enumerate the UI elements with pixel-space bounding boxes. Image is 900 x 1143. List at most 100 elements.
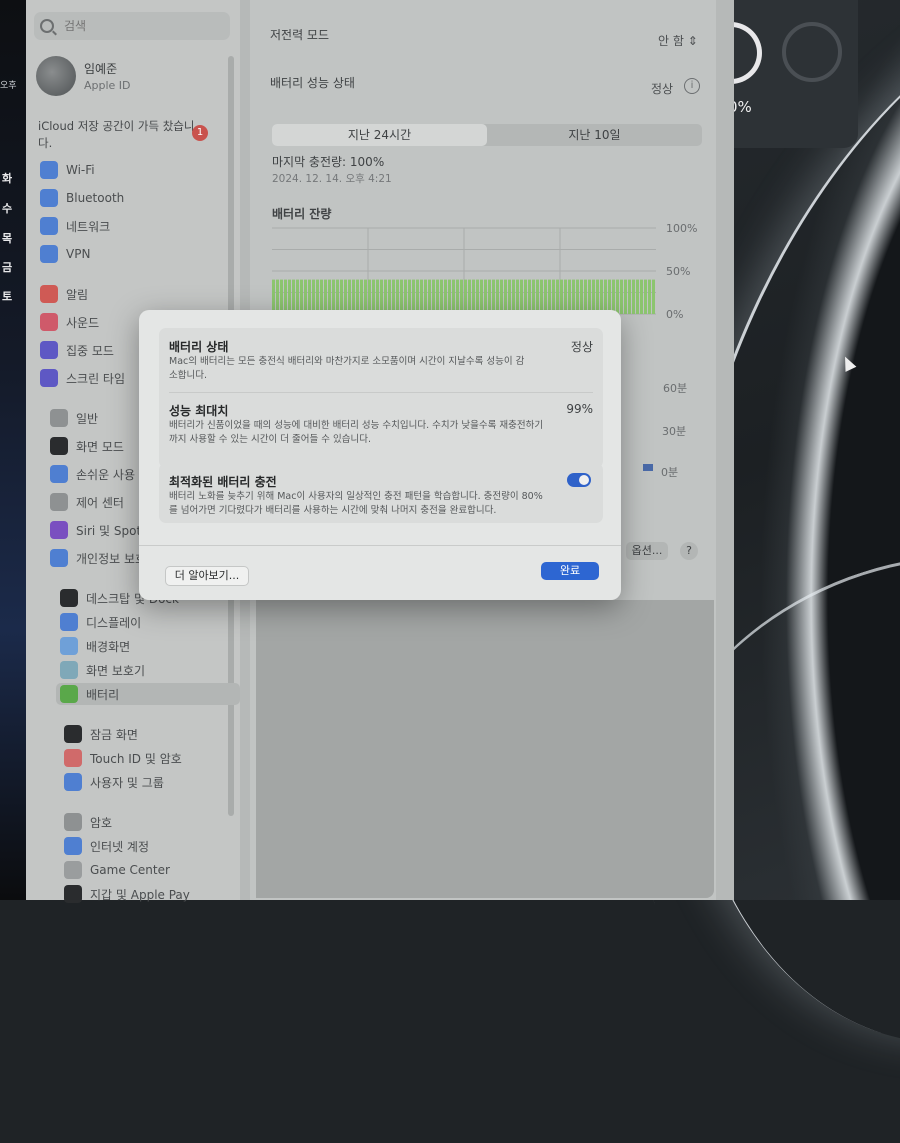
- y-tick-label: 50%: [666, 265, 691, 278]
- sidebar-item-label: VPN: [66, 247, 91, 261]
- tab-last-24h[interactable]: 지난 24시간: [272, 124, 487, 146]
- optimized-charging-toggle[interactable]: [567, 473, 591, 487]
- battery-bar: [344, 279, 347, 314]
- battery-bar: [512, 279, 515, 314]
- sidebar-item-wifi[interactable]: Wi-Fi: [40, 159, 95, 181]
- siri-icon: [50, 521, 68, 539]
- sidebar-item-label: 제어 센터: [76, 495, 124, 510]
- battery-bar: [304, 279, 307, 314]
- options-button[interactable]: 옵션...: [626, 542, 668, 560]
- tab-last-10d[interactable]: 지난 10일: [487, 124, 702, 146]
- battery-bar: [484, 279, 487, 314]
- sidebar-item-at[interactable]: 인터넷 계정: [64, 835, 149, 857]
- battery-bar: [576, 279, 579, 314]
- learn-more-button[interactable]: 더 알아보기...: [165, 566, 249, 586]
- sidebar-item-label: 스크린 타임: [66, 371, 126, 386]
- key-icon: [64, 813, 82, 831]
- battery-bar: [548, 279, 551, 314]
- battery-bar: [440, 279, 443, 314]
- control-center-icon: [50, 493, 68, 511]
- y-tick-label: 100%: [666, 222, 698, 235]
- sidebar-item-control-center[interactable]: 제어 센터: [50, 491, 124, 513]
- game-center-icon: [64, 861, 82, 879]
- battery-bar: [632, 279, 635, 314]
- sidebar-item-hourglass[interactable]: 스크린 타임: [40, 367, 125, 389]
- battery-bar: [276, 279, 279, 314]
- calendar-day: 화: [2, 172, 13, 185]
- battery-bar: [320, 279, 323, 314]
- display-icon: [60, 613, 78, 631]
- sidebar-item-battery[interactable]: 배터리: [56, 683, 240, 705]
- sidebar-item-bluetooth[interactable]: Bluetooth: [40, 187, 124, 209]
- sidebar-item-label: 알림: [66, 287, 89, 302]
- search-input[interactable]: [62, 18, 216, 34]
- sidebar-item-screensaver[interactable]: 화면 보호기: [60, 659, 145, 681]
- sidebar-item-wallet[interactable]: 지갑 및 Apple Pay: [64, 883, 190, 905]
- battery-bar: [424, 279, 427, 314]
- sidebar-item-vpn[interactable]: VPN: [40, 243, 90, 265]
- sidebar-item-game-center[interactable]: Game Center: [64, 859, 170, 881]
- battery-bar: [640, 279, 643, 314]
- search-field[interactable]: [34, 12, 230, 40]
- sidebar-item-users[interactable]: 사용자 및 그룹: [64, 771, 164, 793]
- battery-bar: [560, 279, 563, 314]
- section-title: 최적화된 배터리 충전: [169, 475, 277, 489]
- low-power-select[interactable]: 안 함 ⇕: [658, 32, 698, 49]
- sidebar-item-display[interactable]: 디스플레이: [60, 611, 141, 633]
- battery-bar: [448, 279, 451, 314]
- battery-bar: [556, 279, 559, 314]
- sidebar-item-wallpaper[interactable]: 배경화면: [60, 635, 130, 657]
- battery-bar: [348, 279, 351, 314]
- calendar-day: 목: [2, 232, 13, 245]
- wifi-icon: [40, 161, 58, 179]
- health-group: 배터리 상태 정상 Mac의 배터리는 모든 충전식 배터리와 마찬가지로 소모…: [159, 328, 603, 468]
- vpn-icon: [40, 245, 58, 263]
- sidebar-item-speaker[interactable]: 사운드: [40, 311, 99, 333]
- sidebar-item-bell[interactable]: 알림: [40, 283, 88, 305]
- battery-icon: [60, 685, 78, 703]
- sidebar-item-gear[interactable]: 일반: [50, 407, 98, 429]
- done-button[interactable]: 완료: [541, 562, 599, 580]
- low-power-label: 저전력 모드: [270, 28, 330, 42]
- sidebar-item-label: 집중 모드: [66, 343, 114, 358]
- battery-bar: [324, 279, 327, 314]
- profile-subtitle: Apple ID: [84, 79, 131, 92]
- battery-bar: [476, 279, 479, 314]
- battery-bar: [464, 279, 467, 314]
- battery-bar: [592, 279, 595, 314]
- battery-bar: [552, 279, 555, 314]
- search-icon: [40, 19, 54, 33]
- sidebar-item-label: Wi-Fi: [66, 163, 95, 177]
- battery-bar: [392, 279, 395, 314]
- info-icon[interactable]: i: [684, 78, 700, 94]
- sidebar-item-key[interactable]: 암호: [64, 811, 112, 833]
- globe-icon: [40, 217, 58, 235]
- battery-bar: [532, 279, 535, 314]
- notification-badge: 1: [192, 125, 208, 141]
- help-button[interactable]: ?: [680, 542, 698, 560]
- sidebar-item-accessibility[interactable]: 손쉬운 사용: [50, 463, 135, 485]
- battery-bar: [352, 279, 355, 314]
- sidebar-item-globe[interactable]: 네트워크: [40, 215, 110, 237]
- battery-bar: [460, 279, 463, 314]
- battery-bar: [436, 279, 439, 314]
- icloud-storage-notice[interactable]: iCloud 저장 공간이 가득 찼습니다.: [38, 118, 198, 152]
- usage-bar: [643, 464, 653, 471]
- wallet-icon: [64, 885, 82, 903]
- sidebar-item-lock[interactable]: 잠금 화면: [64, 723, 138, 745]
- battery-bar: [396, 279, 399, 314]
- bluetooth-icon: [40, 189, 58, 207]
- sidebar-item-fingerprint[interactable]: Touch ID 및 암호: [64, 747, 182, 769]
- battery-bar: [456, 279, 459, 314]
- sidebar-item-appearance[interactable]: 화면 모드: [50, 435, 124, 457]
- sidebar-item-moon[interactable]: 집중 모드: [40, 339, 114, 361]
- battery-bar: [524, 279, 527, 314]
- optimized-charging-group: 최적화된 배터리 충전 배터리 노화를 늦추기 위해 Mac이 사용자의 일상적…: [159, 463, 603, 523]
- battery-bar: [328, 279, 331, 314]
- fingerprint-icon: [64, 749, 82, 767]
- apple-id-profile[interactable]: 임예준 Apple ID: [36, 56, 131, 96]
- battery-bar: [496, 279, 499, 314]
- sidebar-item-label: Bluetooth: [66, 191, 125, 205]
- sidebar-item-label: 잠금 화면: [90, 727, 138, 742]
- section-title: 배터리 상태: [169, 340, 229, 354]
